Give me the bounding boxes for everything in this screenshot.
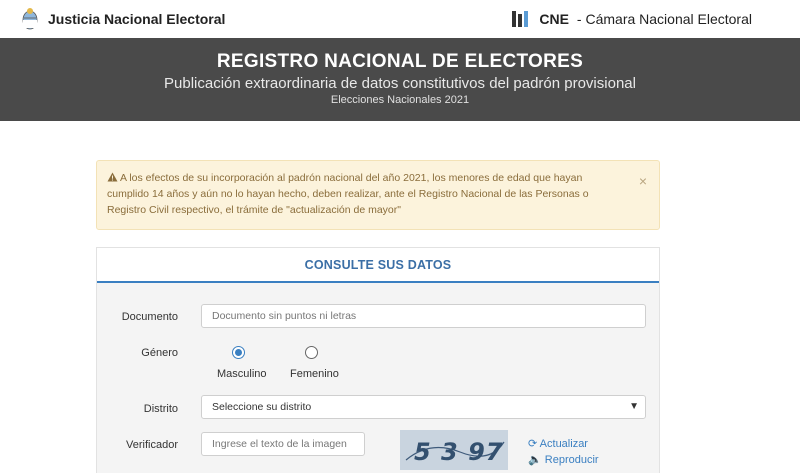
justicia-title: Justicia Nacional Electoral (48, 11, 226, 27)
justicia-brand[interactable]: Justicia Nacional Electoral (20, 6, 225, 32)
page-subtitle: Publicación extraordinaria de datos cons… (164, 75, 636, 92)
distrito-label: Distrito (143, 403, 178, 415)
argentina-coat-of-arms-icon (22, 8, 38, 30)
captcha-image: 5 3 97 (400, 430, 508, 470)
masculino-radio[interactable] (232, 346, 245, 359)
documento-label: Documento (121, 311, 178, 323)
masculino-label: Masculino (217, 368, 267, 380)
verificador-label: Verificador (126, 439, 178, 451)
reproducir-label: Reproducir (544, 454, 599, 466)
reproducir-link[interactable]: 🔈 Reproducir (528, 453, 599, 466)
hero-banner: REGISTRO NACIONAL DE ELECTORES Publicaci… (0, 38, 800, 121)
chevron-down-icon: ▼ (629, 401, 639, 412)
page-title: REGISTRO NACIONAL DE ELECTORES (216, 51, 584, 72)
captcha-text: 5 3 97 (414, 438, 504, 466)
warning-icon (107, 172, 118, 182)
panel-heading: CONSULTE SUS DATOS (97, 248, 659, 283)
documento-input[interactable] (201, 304, 646, 328)
cne-logo-icon (512, 11, 529, 27)
refresh-icon: ⟳ (528, 438, 538, 450)
cne-brand[interactable]: CNE - Cámara Nacional Electoral (511, 9, 752, 29)
top-bar: Justicia Nacional Electoral CNE - Cámara… (0, 0, 800, 38)
femenino-label: Femenino (290, 368, 339, 380)
verificador-input[interactable] (201, 432, 365, 456)
genero-label: Género (141, 347, 178, 359)
speaker-icon: 🔈 (528, 454, 542, 466)
femenino-radio[interactable] (305, 346, 318, 359)
close-icon[interactable]: × (639, 173, 647, 189)
cne-abbrev: CNE (539, 11, 569, 27)
actualizar-label: Actualizar (539, 438, 588, 450)
warning-alert: A los efectos de su incorporación al pad… (96, 160, 660, 230)
actualizar-link[interactable]: ⟳ Actualizar (528, 437, 588, 450)
distrito-select[interactable]: Seleccione su distrito ▼ (201, 395, 646, 419)
elections-caption: Elecciones Nacionales 2021 (330, 94, 470, 106)
cne-title: - Cámara Nacional Electoral (576, 11, 752, 27)
distrito-selected-value: Seleccione su distrito (212, 401, 312, 413)
alert-text: A los efectos de su incorporación al pad… (107, 172, 589, 216)
